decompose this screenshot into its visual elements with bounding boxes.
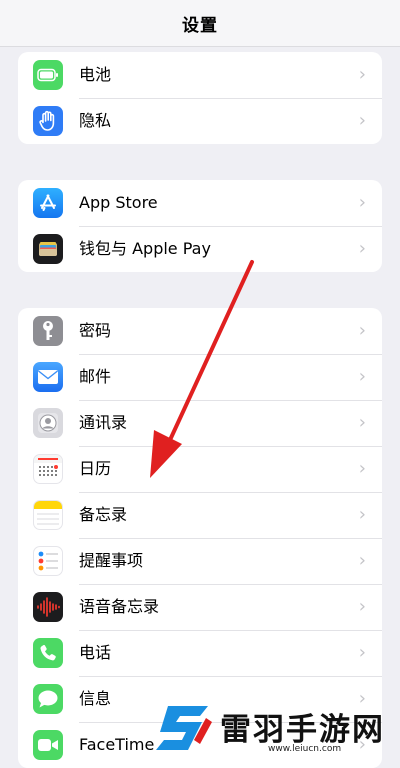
settings-row-label: 语音备忘录 xyxy=(79,597,160,616)
chevron-right-icon: › xyxy=(358,192,366,213)
chevron-right-icon: › xyxy=(358,238,366,259)
app-store-icon xyxy=(33,188,63,218)
settings-row-passwords[interactable]: 密码 › xyxy=(18,308,382,354)
settings-row-voice-memos[interactable]: 语音备忘录 › xyxy=(18,584,382,630)
chevron-right-icon: › xyxy=(358,110,366,131)
chevron-right-icon: › xyxy=(358,642,366,663)
settings-row-app-store[interactable]: App Store › xyxy=(18,180,382,226)
settings-row-mail[interactable]: 邮件 › xyxy=(18,354,382,400)
mail-icon xyxy=(33,362,63,392)
settings-row-notes[interactable]: 备忘录 › xyxy=(18,492,382,538)
chevron-right-icon: › xyxy=(358,458,366,479)
calendar-icon xyxy=(33,454,63,484)
page-title: 设置 xyxy=(182,15,218,36)
chevron-right-icon: › xyxy=(358,596,366,617)
settings-row-calendar[interactable]: 日历 › xyxy=(18,446,382,492)
settings-row-label: 日历 xyxy=(79,459,112,478)
chevron-right-icon: › xyxy=(358,366,366,387)
settings-row-label: 隐私 xyxy=(79,111,112,130)
hand-icon xyxy=(33,106,63,136)
messages-icon xyxy=(33,684,63,714)
chevron-right-icon: › xyxy=(358,688,366,709)
chevron-right-icon: › xyxy=(358,412,366,433)
settings-row-privacy[interactable]: 隐私 › xyxy=(18,98,382,144)
settings-row-label: 信息 xyxy=(79,689,112,708)
settings-group-3: 密码 › 邮件 › 通讯录 › 日历 › 备忘录 › 提醒事项 › 语音备忘录 … xyxy=(18,308,382,768)
chevron-right-icon: › xyxy=(358,550,366,571)
settings-row-wallet[interactable]: 钱包与 Apple Pay › xyxy=(18,226,382,272)
settings-row-label: 钱包与 Apple Pay xyxy=(79,239,211,258)
battery-icon xyxy=(33,60,63,90)
settings-row-label: 电话 xyxy=(79,643,112,662)
settings-group-1: 电池 › 隐私 › xyxy=(18,52,382,144)
chevron-right-icon: › xyxy=(358,504,366,525)
key-icon xyxy=(33,316,63,346)
settings-row-label: 邮件 xyxy=(79,367,112,386)
settings-row-label: App Store xyxy=(79,193,158,212)
chevron-right-icon: › xyxy=(358,734,366,755)
chevron-right-icon: › xyxy=(358,320,366,341)
settings-row-phone[interactable]: 电话 › xyxy=(18,630,382,676)
phone-icon xyxy=(33,638,63,668)
settings-row-facetime[interactable]: FaceTime › xyxy=(18,722,382,768)
wallet-icon xyxy=(33,234,63,264)
nav-bar: 设置 xyxy=(0,0,400,47)
settings-row-label: FaceTime xyxy=(79,735,155,754)
contacts-icon xyxy=(33,408,63,438)
settings-row-contacts[interactable]: 通讯录 › xyxy=(18,400,382,446)
notes-icon xyxy=(33,500,63,530)
reminders-icon xyxy=(33,546,63,576)
facetime-icon xyxy=(33,730,63,760)
settings-row-label: 密码 xyxy=(79,321,112,340)
settings-row-label: 备忘录 xyxy=(79,505,128,524)
settings-row-battery[interactable]: 电池 › xyxy=(18,52,382,98)
chevron-right-icon: › xyxy=(358,64,366,85)
settings-group-2: App Store › 钱包与 Apple Pay › xyxy=(18,180,382,272)
settings-row-label: 电池 xyxy=(79,65,112,84)
settings-row-label: 通讯录 xyxy=(79,413,128,432)
settings-row-label: 提醒事项 xyxy=(79,551,144,570)
settings-row-reminders[interactable]: 提醒事项 › xyxy=(18,538,382,584)
settings-row-messages[interactable]: 信息 › xyxy=(18,676,382,722)
voice-memos-icon xyxy=(33,592,63,622)
